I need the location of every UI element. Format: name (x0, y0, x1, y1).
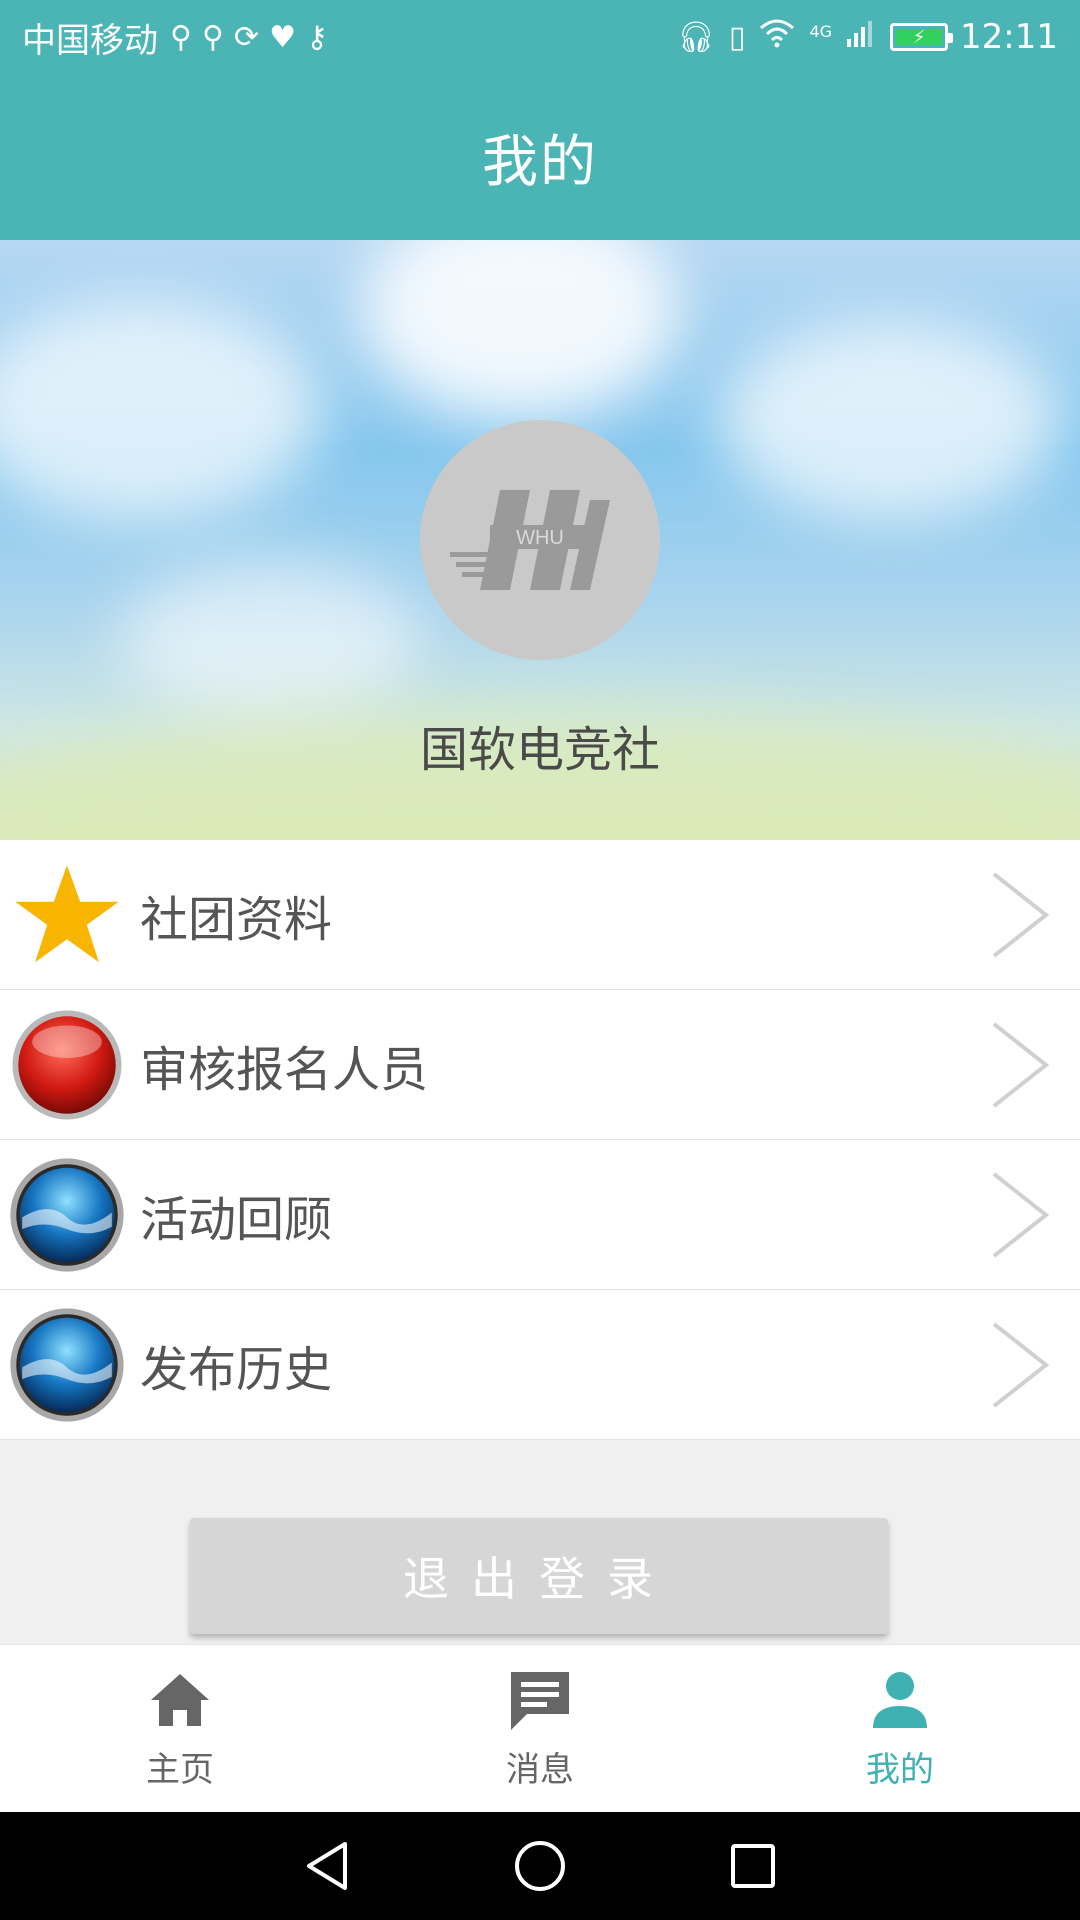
club-name: 国软电竞社 (419, 722, 660, 778)
headset-icon: 🎧︎ (676, 19, 715, 55)
club-logo-icon: WHU (450, 490, 610, 590)
bottom-nav: 主页 消息 我的 (0, 1644, 1080, 1812)
menu-item-activity-review[interactable]: 活动回顾 (0, 1140, 1080, 1290)
profile-banner: WHU 国软电竞社 (0, 240, 1080, 840)
carrier-label: 中国移动 (22, 20, 158, 61)
home-icon (151, 1674, 209, 1726)
banner-cloud (120, 560, 420, 720)
page-title: 我的 (482, 129, 598, 195)
menu-item-club-info[interactable]: 社团资料 (0, 840, 1080, 990)
clock: 12:11 (960, 17, 1058, 57)
usb-icon: ⚲ (170, 19, 192, 55)
person-icon (873, 1672, 927, 1728)
avatar-logo-text: WHU (516, 527, 564, 549)
system-nav-bar (0, 1812, 1080, 1920)
menu-item-label: 发布历史 (140, 1341, 333, 1398)
nav-label: 消息 (506, 1750, 574, 1790)
home-circle-icon[interactable] (510, 1836, 570, 1896)
nav-item-mine[interactable]: 我的 (720, 1645, 1080, 1812)
status-right: 🎧︎ ▯ 4G ⚡ 12:11 (677, 17, 1058, 57)
menu-item-label: 审核报名人员 (140, 1041, 429, 1098)
battery-icon: ⚡ (890, 23, 954, 51)
usb-icon: ⚲ (201, 19, 224, 55)
banner-cloud (720, 320, 1060, 520)
banner-cloud (360, 240, 680, 420)
red-orb-icon (8, 1006, 126, 1124)
chevron-right-icon (992, 1022, 1050, 1108)
club-avatar[interactable]: WHU (420, 420, 660, 660)
nav-label: 我的 (866, 1750, 934, 1790)
chevron-right-icon (992, 872, 1050, 958)
blue-orb-icon (8, 1156, 126, 1274)
status-bar: 中国移动 ⚲ ⚲ ⟳ ♥ ⚷ 🎧︎ ▯ 4G ⚡ 12:11 (0, 0, 1080, 74)
menu-item-label: 社团资料 (140, 891, 333, 948)
status-left: 中国移动 ⚲ ⚲ ⟳ ♥ ⚷ (22, 13, 328, 62)
menu-item-label: 活动回顾 (140, 1191, 333, 1248)
menu-item-publish-history[interactable]: 发布历史 (0, 1290, 1080, 1440)
profile-menu: 社团资料 审核报名人员 活动回顾 发布历史 (0, 840, 1080, 1440)
nav-item-home[interactable]: 主页 (0, 1645, 360, 1812)
notification-icons: ⚲ ⚲ ⟳ ♥ ⚷ (170, 20, 328, 55)
heart-icon: ♥ (269, 19, 297, 55)
message-icon (511, 1672, 569, 1730)
menu-item-review-applicants[interactable]: 审核报名人员 (0, 990, 1080, 1140)
back-icon[interactable] (297, 1836, 357, 1896)
logout-button[interactable]: 退出登录 (190, 1518, 888, 1634)
system-status-icons: 🎧︎ ▯ 4G ⚡ (676, 18, 954, 56)
app-header: 我的 (0, 74, 1080, 240)
nav-item-messages[interactable]: 消息 (360, 1645, 720, 1812)
wifi-icon (759, 18, 795, 56)
vibrate-icon: ▯ (728, 19, 746, 55)
chevron-right-icon (992, 1322, 1050, 1408)
recents-icon[interactable] (723, 1836, 783, 1896)
banner-cloud (0, 300, 320, 520)
sync-icon: ⟳ (233, 19, 260, 55)
key-icon: ⚷ (306, 19, 328, 55)
network-type: 4G (809, 22, 833, 41)
star-icon (8, 856, 126, 974)
signal-icon (846, 19, 876, 55)
blue-orb-icon (8, 1306, 126, 1424)
chevron-right-icon (992, 1172, 1050, 1258)
nav-label: 主页 (146, 1750, 214, 1790)
